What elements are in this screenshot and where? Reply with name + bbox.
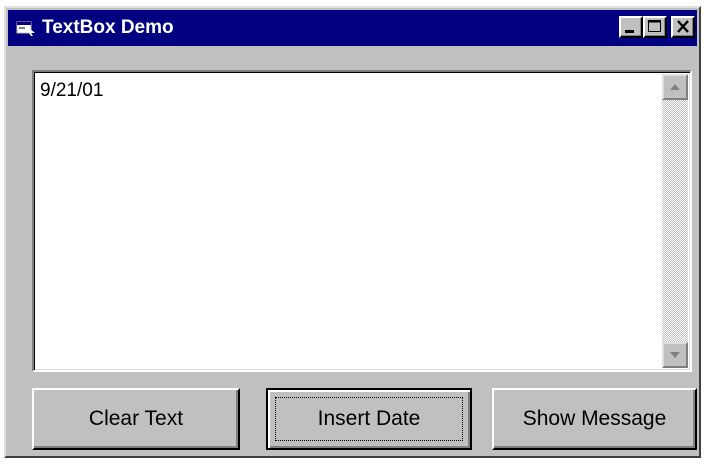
scroll-up-button[interactable]	[662, 74, 688, 100]
minimize-icon	[625, 30, 634, 33]
maximize-button[interactable]	[643, 16, 667, 38]
scroll-down-button[interactable]	[662, 342, 688, 368]
clear-text-button[interactable]: Clear Text	[32, 388, 240, 450]
text-box-content[interactable]: 9/21/01	[40, 80, 103, 102]
minimize-button[interactable]	[619, 16, 643, 38]
clear-text-label: Clear Text	[88, 407, 184, 430]
focus-rectangle	[275, 397, 463, 441]
vertical-scrollbar[interactable]	[662, 74, 688, 368]
text-box[interactable]: 9/21/01	[32, 70, 692, 372]
window-title: TextBox Demo	[42, 17, 174, 38]
vb-form-icon	[16, 19, 36, 37]
show-message-label: Show Message	[522, 407, 667, 430]
show-message-button[interactable]: Show Message	[492, 388, 697, 450]
scroll-up-arrow-icon	[670, 84, 680, 90]
close-button[interactable]	[671, 16, 695, 38]
maximize-icon	[648, 20, 661, 32]
scroll-down-arrow-icon	[670, 352, 680, 358]
title-bar[interactable]: TextBox Demo	[8, 10, 697, 46]
textbox-demo-window: TextBox Demo 9/21/01 Clear Text Insert D…	[4, 6, 701, 458]
close-icon	[677, 20, 689, 33]
insert-date-button[interactable]: Insert Date	[266, 388, 472, 450]
